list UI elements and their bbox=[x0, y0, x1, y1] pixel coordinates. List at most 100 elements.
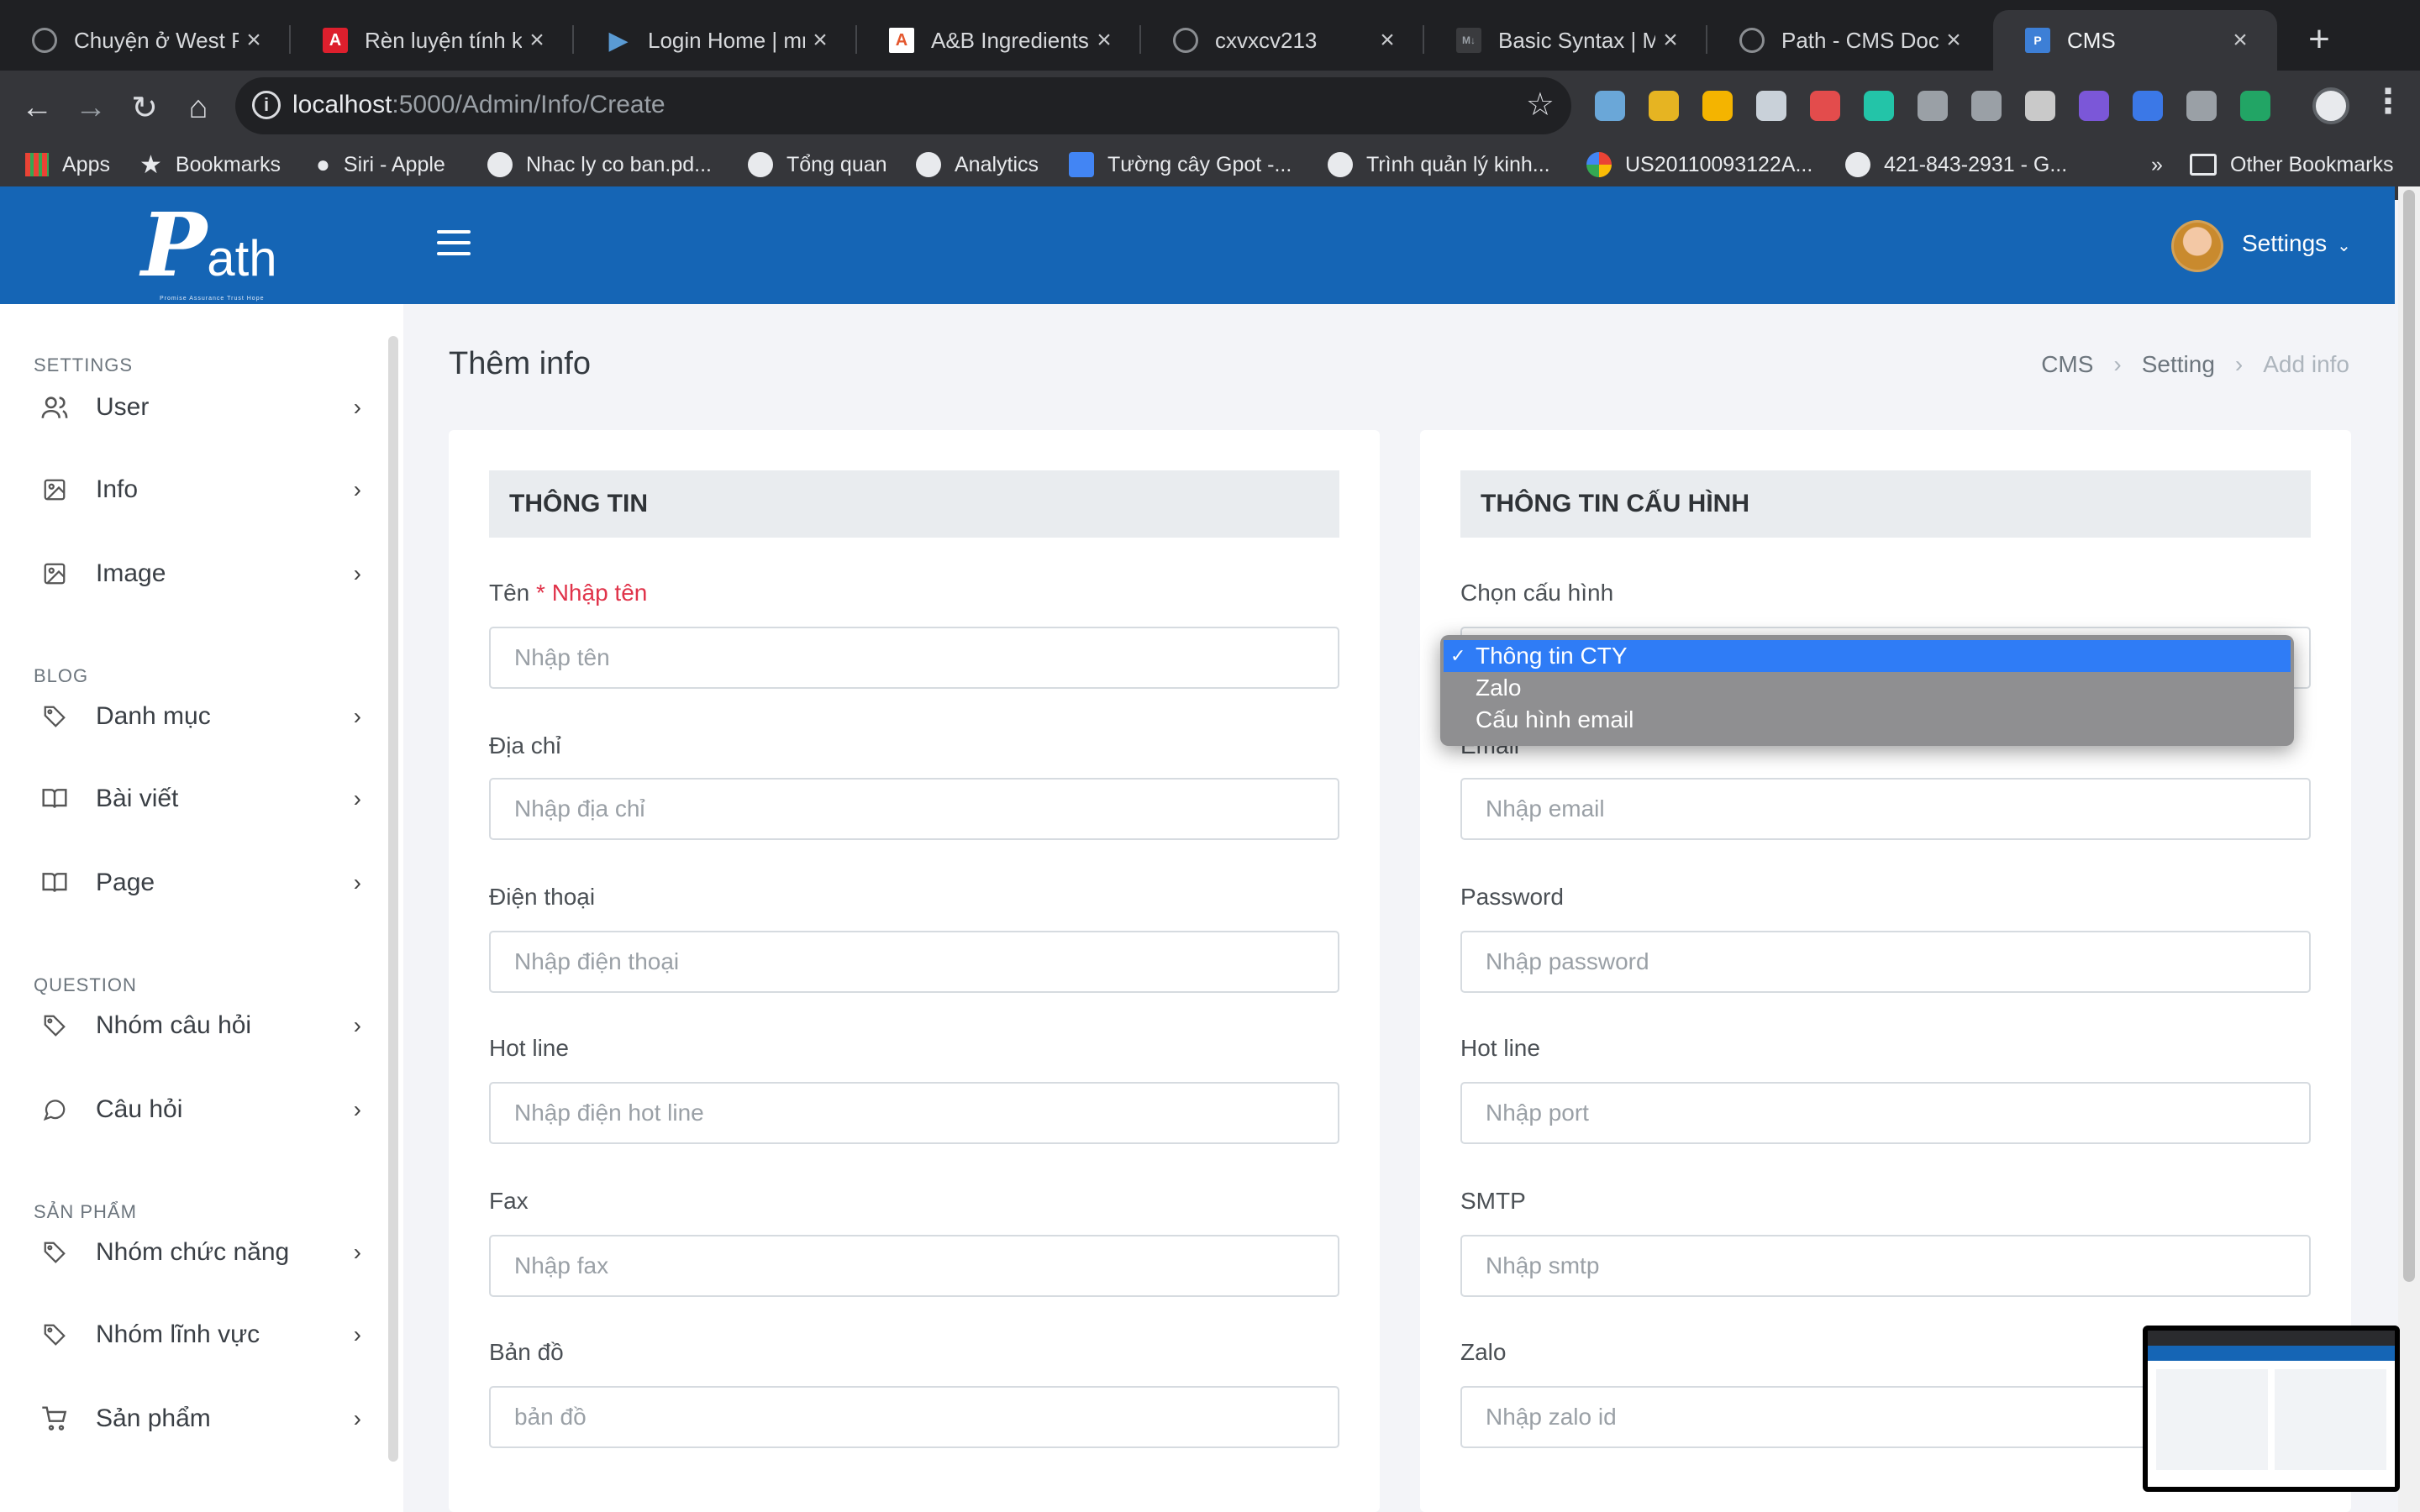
close-icon[interactable]: × bbox=[1089, 26, 1119, 55]
home-icon[interactable]: ⌂ bbox=[171, 81, 225, 134]
hotline-input[interactable] bbox=[489, 1082, 1339, 1144]
extension-icon[interactable] bbox=[2025, 91, 2055, 121]
smtp-input[interactable] bbox=[1460, 1235, 2311, 1297]
port-input[interactable] bbox=[1460, 1082, 2311, 1144]
breadcrumb-setting[interactable]: Setting bbox=[2142, 351, 2215, 378]
bookmark-bookmarks[interactable]: ★ Bookmarks bbox=[139, 148, 281, 181]
close-icon[interactable]: × bbox=[1939, 26, 1969, 55]
fax-input[interactable] bbox=[489, 1235, 1339, 1297]
address-bar[interactable]: i localhost:5000/Admin/Info/Create ☆ bbox=[235, 77, 1571, 134]
sidebar-section-title: BLOG bbox=[34, 665, 89, 686]
bookmark-item[interactable]: Analytics bbox=[916, 148, 1039, 181]
sidebar-item-cau-hoi[interactable]: Câu hỏi › bbox=[0, 1080, 395, 1139]
name-label: Tên * Nhập tên bbox=[489, 580, 648, 606]
bookmark-star-icon[interactable]: ☆ bbox=[1526, 86, 1555, 123]
sidebar-item-nhom-cau-hoi[interactable]: Nhóm câu hỏi › bbox=[0, 996, 395, 1055]
extension-icon[interactable] bbox=[1810, 91, 1840, 121]
browser-tab[interactable]: ▶ Login Home | mmr × bbox=[574, 10, 857, 71]
extension-icon[interactable] bbox=[1918, 91, 1948, 121]
page-scrollbar[interactable] bbox=[2398, 186, 2420, 1512]
bookmark-item[interactable]: 421-843-2931 - G... bbox=[1845, 148, 2067, 181]
sidebar-item-nhom-linh-vuc[interactable]: Nhóm lĩnh vực › bbox=[0, 1305, 395, 1364]
close-icon[interactable]: × bbox=[239, 26, 269, 55]
chevron-right-icon: › bbox=[353, 476, 361, 502]
select-option-selected[interactable]: ✓ Thông tin CTY bbox=[1444, 640, 2291, 672]
forward-icon[interactable]: → bbox=[64, 81, 118, 134]
page-title: Thêm info bbox=[449, 346, 591, 381]
info-icon[interactable]: i bbox=[252, 91, 281, 119]
folder-icon bbox=[2190, 154, 2217, 176]
bookmark-item[interactable]: Trình quản lý kinh... bbox=[1328, 148, 1550, 181]
address-input[interactable] bbox=[489, 778, 1339, 840]
extension-icon[interactable] bbox=[1649, 91, 1679, 121]
browser-tab-active[interactable]: P CMS × bbox=[1993, 10, 2277, 71]
settings-dropdown[interactable]: Settings ⌄ bbox=[2242, 230, 2351, 257]
phone-input[interactable] bbox=[489, 931, 1339, 993]
sidebar-item-info[interactable]: Info › bbox=[0, 460, 395, 519]
sidebar-item-bai-viet[interactable]: Bài viết › bbox=[0, 769, 395, 828]
close-icon[interactable]: × bbox=[2225, 26, 2255, 55]
browser-tab[interactable]: cxvxcv213 × bbox=[1141, 10, 1424, 71]
extension-icon[interactable] bbox=[1864, 91, 1894, 121]
close-icon[interactable]: × bbox=[522, 26, 552, 55]
hamburger-menu-icon[interactable] bbox=[437, 230, 471, 259]
bookmark-siri[interactable]: ● Siri - Apple bbox=[316, 148, 445, 181]
extension-icon[interactable] bbox=[2240, 91, 2270, 121]
select-option[interactable]: Cấu hình email bbox=[1440, 704, 2294, 736]
sidebar-item-san-pham[interactable]: Sản phẩm › bbox=[0, 1389, 395, 1448]
bookmarks-overflow[interactable]: » bbox=[2138, 148, 2163, 181]
path-logo-icon: P bbox=[2025, 28, 2050, 53]
password-input[interactable] bbox=[1460, 931, 2311, 993]
close-icon[interactable]: × bbox=[1372, 26, 1402, 55]
extension-icon[interactable] bbox=[1595, 91, 1625, 121]
sidebar-item-nhom-chuc-nang[interactable]: Nhóm chức năng › bbox=[0, 1223, 395, 1282]
bookmark-apps[interactable]: Apps bbox=[25, 148, 110, 181]
browser-tab[interactable]: Chuyện ở West Po × bbox=[0, 10, 291, 71]
browser-tab[interactable]: M↓ Basic Syntax | Mar × bbox=[1424, 10, 1707, 71]
close-icon[interactable]: × bbox=[1655, 26, 1686, 55]
reload-icon[interactable]: ↻ bbox=[118, 81, 171, 134]
extension-icon[interactable] bbox=[1756, 91, 1786, 121]
back-icon[interactable]: ← bbox=[10, 81, 64, 134]
path-logo[interactable]: Path Promise Assurance Trust Hope bbox=[141, 202, 277, 302]
google-icon bbox=[1586, 152, 1612, 177]
more-menu-icon[interactable]: ⋮ bbox=[2371, 82, 2405, 121]
extension-icon[interactable] bbox=[2186, 91, 2217, 121]
name-input[interactable] bbox=[489, 627, 1339, 689]
sidebar-item-user[interactable]: User › bbox=[0, 378, 395, 437]
sidebar-item-page[interactable]: Page › bbox=[0, 853, 395, 912]
bookmark-item[interactable]: Tường cây Gpot -... bbox=[1069, 148, 1292, 181]
avatar[interactable] bbox=[2171, 220, 2223, 272]
breadcrumb-cms[interactable]: CMS bbox=[2041, 351, 2093, 378]
new-tab-icon[interactable]: + bbox=[2294, 18, 2344, 60]
extension-icon[interactable] bbox=[2133, 91, 2163, 121]
chevron-right-icon: › bbox=[353, 1096, 361, 1122]
sidebar-scrollbar[interactable] bbox=[388, 336, 398, 1462]
scrollbar-thumb[interactable] bbox=[2403, 190, 2415, 1282]
profile-avatar[interactable] bbox=[2312, 87, 2349, 124]
extension-icon[interactable] bbox=[2079, 91, 2109, 121]
other-bookmarks[interactable]: Other Bookmarks bbox=[2190, 148, 2394, 181]
map-input[interactable] bbox=[489, 1386, 1339, 1448]
email-input[interactable] bbox=[1460, 778, 2311, 840]
sidebar-item-image[interactable]: Image › bbox=[0, 544, 395, 603]
check-icon: ✓ bbox=[1450, 645, 1466, 666]
browser-tab[interactable]: A A&B Ingredients - × bbox=[857, 10, 1141, 71]
globe-icon bbox=[487, 152, 513, 177]
bookmark-item[interactable]: US20110093122A... bbox=[1586, 148, 1812, 181]
screenshot-thumbnail[interactable] bbox=[2143, 1326, 2400, 1492]
sidebar-item-danh-muc[interactable]: Danh mục › bbox=[0, 687, 395, 746]
extension-icon[interactable] bbox=[1702, 91, 1733, 121]
extension-icon[interactable] bbox=[1971, 91, 2002, 121]
bookmark-item[interactable]: Nhac ly co ban.pd... bbox=[487, 148, 712, 181]
close-icon[interactable]: × bbox=[805, 26, 835, 55]
browser-tab[interactable]: Path - CMS Docum × bbox=[1707, 10, 1991, 71]
sidebar-section-title: QUESTION bbox=[34, 974, 137, 995]
select-option[interactable]: Zalo bbox=[1440, 672, 2294, 704]
url-text[interactable]: localhost:5000/Admin/Info/Create bbox=[292, 91, 666, 119]
bookmark-item[interactable]: Tổng quan bbox=[748, 148, 887, 181]
cart-icon bbox=[40, 1404, 69, 1433]
browser-tab[interactable]: A Rèn luyện tính kỷ l × bbox=[291, 10, 574, 71]
tag-icon bbox=[40, 702, 69, 731]
address-label: Địa chỉ bbox=[489, 732, 561, 759]
